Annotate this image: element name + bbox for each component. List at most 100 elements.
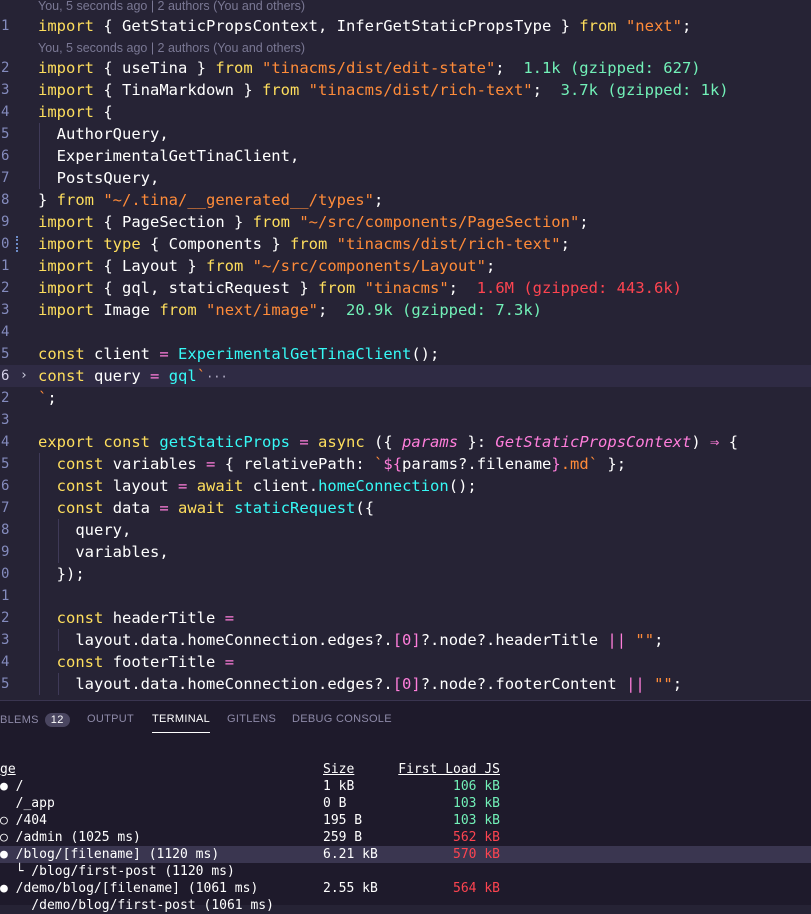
code-line[interactable]: 3 [0, 409, 811, 431]
code-line[interactable]: 1 import { Layout } from "~/src/component… [0, 255, 811, 277]
panel-tab-label: GITLENS [227, 713, 277, 725]
line-number: 5 [1, 456, 10, 472]
route-column-header: ge [0, 762, 16, 777]
code-line[interactable]: 2 import { useTina } from "tinacms/dist/e… [0, 57, 811, 79]
line-number: 3 [1, 302, 10, 318]
line-number: 5 [1, 346, 10, 362]
code-line[interactable]: 4 import { [0, 101, 811, 123]
import-cost-annotation: 1.6M (gzipped: 443.6k) [476, 279, 682, 297]
code-line[interactable]: 6 const layout = await client.homeConnec… [0, 475, 811, 497]
line-number: 7 [1, 500, 10, 516]
line-number: 2 [1, 390, 10, 406]
route-size: 6.21 kB [323, 847, 378, 862]
code-line[interactable]: 3 import Image from "next/image"; 20.9k (… [0, 299, 811, 321]
git-modified-indicator[interactable] [16, 236, 20, 252]
panel-tab-terminal[interactable]: TERMINAL [152, 713, 211, 733]
terminal-route-row: ○ /admin (1025 ms) 259 B 562 kB [0, 829, 811, 846]
code-editor[interactable]: You, 5 seconds ago | 2 authors (You and … [0, 0, 811, 700]
route-path: └ /blog/first-post (1120 ms) [0, 864, 235, 879]
panel-tab-output[interactable]: OUTPUT [87, 713, 134, 725]
line-number: 5 [1, 126, 10, 142]
indent-guide [39, 123, 40, 189]
terminal-route-row: ● / 1 kB 106 kB [0, 778, 811, 795]
route-path: ● /blog/[filename] (1120 ms) [0, 847, 220, 862]
line-number: 8 [1, 192, 10, 208]
line-number: 1 [1, 18, 10, 34]
route-size: 259 B [323, 830, 363, 845]
line-number: 7 [1, 170, 10, 186]
code-line[interactable]: 7 const data = await staticRequest({ [0, 497, 811, 519]
indent-guide [58, 629, 59, 651]
route-size: 195 B [323, 813, 363, 828]
code-text: export const getStaticProps = async ({ p… [38, 433, 739, 451]
line-number: 4 [1, 104, 10, 120]
line-number: 0 [1, 566, 10, 582]
code-line[interactable]: 2 import { gql, staticRequest } from "tin… [0, 277, 811, 299]
code-line[interactable]: 2 const headerTitle = [0, 607, 811, 629]
code-line[interactable]: 9 import { PageSection } from "~/src/comp… [0, 211, 811, 233]
code-text: const client = ExperimentalGetTinaClient… [38, 345, 440, 363]
route-path: ● /demo/blog/[filename] (1061 ms) [0, 881, 259, 896]
code-line[interactable]: 0 import type { Components } from "tinacm… [0, 233, 811, 255]
code-text: layout.data.homeConnection.edges?.[0]?.n… [75, 631, 664, 649]
route-path: ○ /404 [0, 813, 47, 828]
code-text: import { gql, staticRequest } from "tina… [38, 279, 682, 297]
indent-guide [58, 673, 59, 695]
panel-tab-blems[interactable]: BLEMS 12 [0, 713, 70, 727]
code-line[interactable]: 5 AuthorQuery, [0, 123, 811, 145]
line-number: 1 [1, 258, 10, 274]
line-number: 6 [1, 478, 10, 494]
code-line[interactable]: 9 variables, [0, 541, 811, 563]
code-line[interactable]: 4 export const getStaticProps = async ({ … [0, 431, 811, 453]
code-line[interactable]: 1 import { GetStaticPropsContext, InferGe… [0, 15, 811, 37]
terminal-route-row: ● /blog/[filename] (1120 ms) 6.21 kB 570 k… [0, 846, 811, 863]
first-load-column-header: First Load JS [398, 762, 500, 777]
line-number: 6 [1, 148, 10, 164]
route-path: /demo/blog/first-post (1061 ms) [0, 898, 274, 913]
panel-tab-label: OUTPUT [87, 713, 135, 725]
code-line[interactable]: 8} from "~/.tina/__generated__/types"; [0, 189, 811, 211]
code-line[interactable]: 3 import { TinaMarkdown } from "tinacms/d… [0, 79, 811, 101]
code-line[interactable]: 3 layout.data.homeConnection.edges?.[0]?… [0, 629, 811, 651]
line-number: 4 [1, 324, 10, 340]
code-text: const data = await staticRequest({ [56, 499, 375, 517]
route-path: ○ /admin (1025 ms) [0, 830, 141, 845]
code-line[interactable]: 2 `; [0, 387, 811, 409]
import-cost-annotation: 1.1k (gzipped: 627) [523, 59, 701, 77]
code-text: const headerTitle = [56, 609, 235, 627]
git-blame-annotation[interactable]: You, 5 seconds ago | 2 authors (You and … [38, 39, 305, 57]
panel-tab-label: TERMINAL [152, 713, 211, 725]
code-line[interactable]: 7 PostsQuery, [0, 167, 811, 189]
code-line[interactable]: 0 }); [0, 563, 811, 585]
code-line[interactable]: 6 ExperimentalGetTinaClient, [0, 145, 811, 167]
line-number: 3 [1, 82, 10, 98]
code-text: import { [38, 103, 113, 121]
line-number: 8 [1, 522, 10, 538]
git-blame-annotation[interactable]: You, 5 seconds ago | 2 authors (You and … [38, 0, 305, 15]
import-cost-annotation: 20.9k (gzipped: 7.3k) [346, 301, 542, 319]
code-line[interactable]: 5 const variables = { relativePath: `${p… [0, 453, 811, 475]
collapsed-region-ellipsis[interactable]: ··· [206, 370, 228, 384]
line-number: 5 [1, 676, 10, 692]
code-line[interactable]: 4 const footerTitle = [0, 651, 811, 673]
fold-chevron-icon[interactable]: › [20, 365, 28, 387]
code-text: import { useTina } from "tinacms/dist/ed… [38, 59, 701, 77]
code-line[interactable]: 6 › const query = gql`··· [0, 365, 811, 387]
code-line[interactable]: 1 [0, 585, 811, 607]
route-size: 1 kB [323, 779, 355, 794]
route-size: 0 B [323, 796, 347, 811]
panel-tab-gitlens[interactable]: GITLENS [227, 713, 276, 725]
code-text: }); [38, 565, 85, 583]
code-line[interactable]: 5 const client = ExperimentalGetTinaClien… [0, 343, 811, 365]
code-line[interactable]: 8 query, [0, 519, 811, 541]
panel-tab-debug-console[interactable]: DEBUG CONSOLE [292, 713, 392, 725]
code-text: const variables = { relativePath: `${par… [56, 455, 627, 473]
line-number: 2 [1, 60, 10, 76]
code-line[interactable]: 5 layout.data.homeConnection.edges?.[0]?… [0, 673, 811, 695]
code-text: const query = gql`··· [38, 367, 228, 385]
code-line[interactable]: 4 [0, 321, 811, 343]
code-text: PostsQuery, [56, 169, 160, 187]
route-path: /_app [0, 796, 55, 811]
route-first-load: 103 kB [453, 813, 500, 828]
code-text: import Image from "next/image"; 20.9k (g… [38, 301, 542, 319]
